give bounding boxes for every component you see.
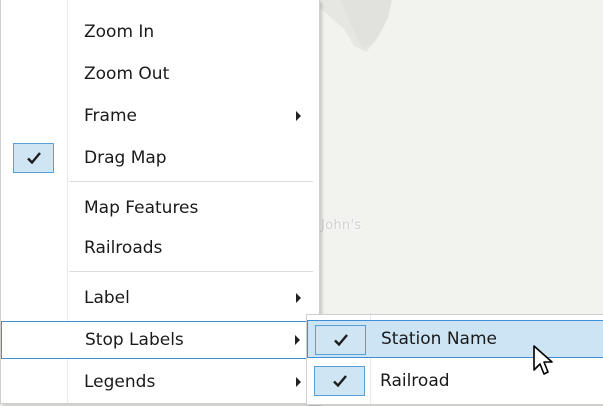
submenu-item-railroad[interactable]: Railroad [307,362,603,400]
submenu-arrow-icon [296,293,301,303]
menu-item-label: Legends [84,372,156,392]
menu-item-label: Stop Labels [85,330,184,350]
submenu-arrow-icon [296,377,301,387]
submenu-item-label: Station Name [381,329,497,349]
menu-item-zoom-in[interactable]: Zoom In [1,13,319,51]
menu-item-label: Zoom In [84,22,155,42]
menu-item-legends[interactable]: Legends [1,363,319,401]
submenu-item-label: Railroad [380,371,450,391]
menu-item-label: Drag Map [84,148,167,168]
menu-item-frame[interactable]: Frame [1,97,319,135]
menu-item-label: Map Features [84,198,199,218]
menu-item-railroads[interactable]: Railroads [1,229,319,267]
menu-item-stop-labels[interactable]: Stop Labels [1,321,319,359]
submenu-arrow-icon [296,111,301,121]
context-menu: Zoom In Zoom Out Frame Drag Map Map Feat… [0,0,320,404]
submenu-arrow-icon [295,335,300,345]
menu-item-label[interactable]: Label [1,279,319,317]
map-place-label: John's [321,218,362,233]
mouse-pointer-icon [533,345,553,375]
submenu-item-station-name[interactable]: Station Name [307,320,603,358]
checkmark-icon [315,325,366,355]
menu-separator [69,181,313,182]
menu-item-label-text: Label [84,288,130,308]
menu-separator [69,271,313,272]
checkmark-icon [13,143,54,173]
stop-labels-submenu: Station Name Railroad [306,314,603,405]
checkmark-icon [314,366,365,396]
menu-item-map-features[interactable]: Map Features [1,189,319,227]
menu-item-drag-map[interactable]: Drag Map [1,139,319,177]
menu-item-zoom-out[interactable]: Zoom Out [1,55,319,93]
menu-item-label: Railroads [84,238,163,258]
menu-item-label: Zoom Out [84,64,170,84]
menu-item-label: Frame [84,106,137,126]
